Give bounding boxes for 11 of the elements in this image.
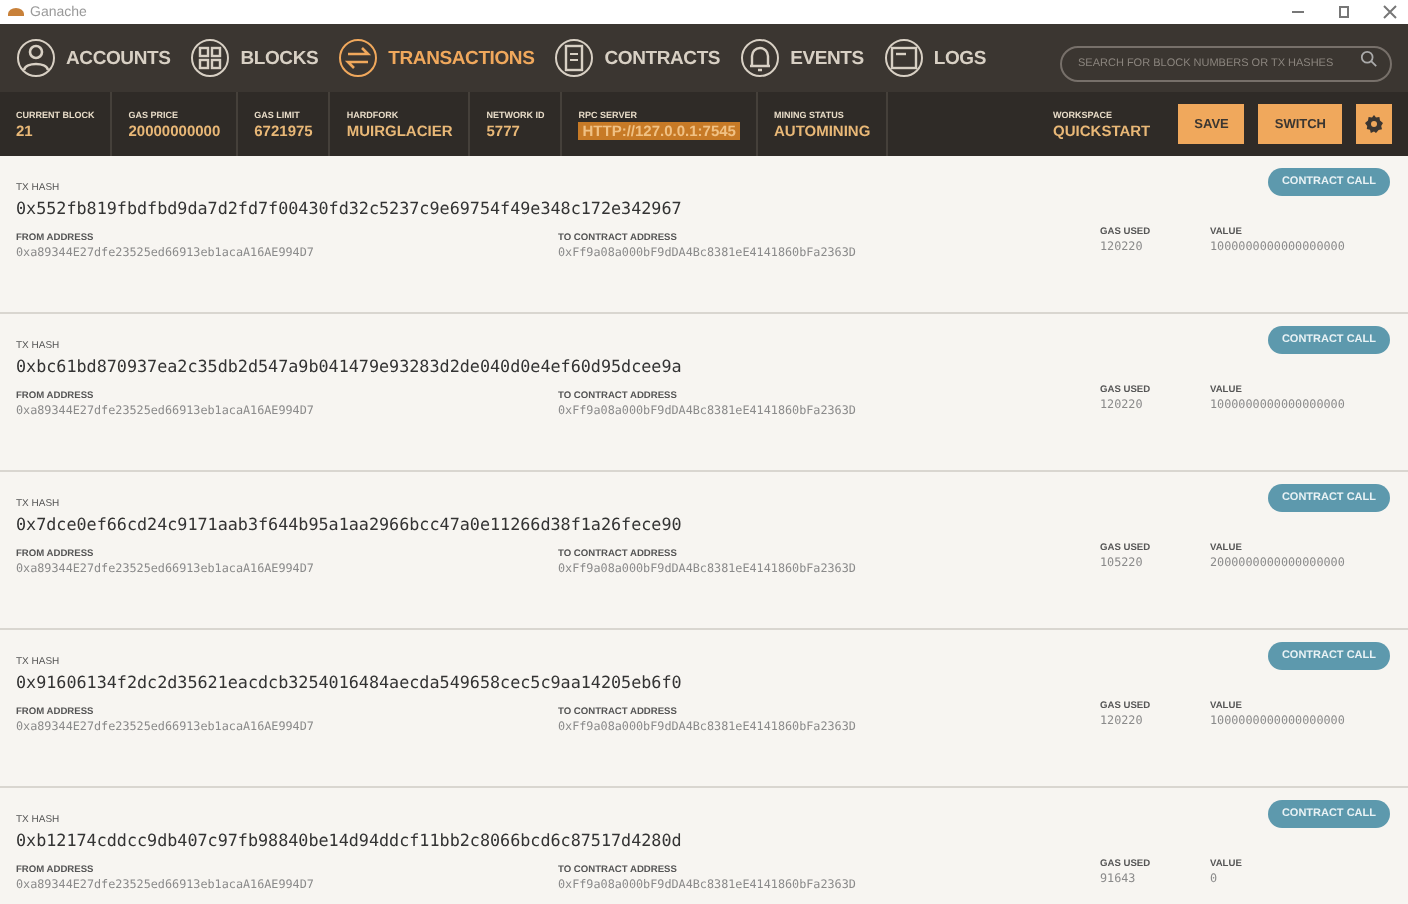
nav-tab[interactable]: TRANSACTIONS: [338, 38, 535, 78]
tx-hash: 0x91606134f2dc2d35621eacdcb3254016484aecda549658cec5c9aa14205eb6f0: [16, 672, 682, 692]
nav-tab[interactable]: CONTRACTS: [554, 38, 721, 78]
tx-hash: 0x7dce0ef66cd24c9171aab3f644b95a1aa2966bcc47a0e11266d38f1a26fece90: [16, 514, 682, 534]
nav-tab[interactable]: EVENTS: [740, 38, 864, 78]
tx-hash: 0xbc61bd870937ea2c35db2d547a9b041479e93283d2de040d0e4ef60d95dcee9a: [16, 356, 682, 376]
tx-hash: 0x552fb819fbdfbd9da7d2fd7f00430fd32c5237c9e69754f49e348c172e342967: [16, 198, 682, 218]
tx-hash: 0xb12174cddcc9db407c97fb98840be14d94ddcf11bb2c8066bcd6c87517d4280d: [16, 830, 682, 850]
nav-tab[interactable]: ACCOUNTS: [16, 38, 171, 78]
nav-tab[interactable]: LOGS: [883, 38, 987, 78]
nav-tab[interactable]: BLOCKS: [190, 38, 319, 78]
